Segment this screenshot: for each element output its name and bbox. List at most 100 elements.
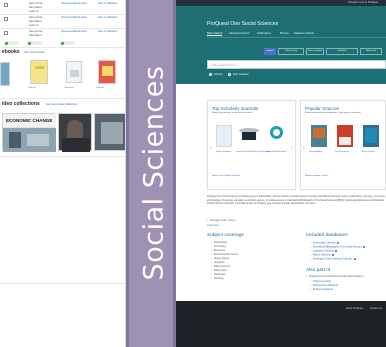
ebook-caption[interactable]: Title two <box>28 87 36 89</box>
carousel-prev-icon[interactable]: ‹ <box>210 145 212 151</box>
collection-title: Social Sciences <box>138 65 170 281</box>
subject-item: Linguistics <box>211 262 225 264</box>
journal-caption[interactable]: Family Relations <box>216 151 231 153</box>
source-cover[interactable] <box>337 125 353 147</box>
tab-basic-search[interactable]: Basic Search <box>207 32 223 36</box>
info-icon[interactable] <box>331 254 334 256</box>
scholarly-journals-card: Top Scholarly Journals Browse top journa… <box>207 100 296 190</box>
journal-cover[interactable] <box>238 125 260 147</box>
info-icon[interactable] <box>336 242 339 244</box>
tab-publications[interactable]: Publications <box>257 32 271 35</box>
advanced-button[interactable]: Advanced <box>360 48 382 55</box>
ebook-cover[interactable] <box>0 62 10 86</box>
collection-title-strip: Social Sciences <box>126 0 176 347</box>
result-meta: Sed vitae tr <box>29 34 43 37</box>
journal-caption[interactable]: Journal of Social Behavior and Personali… <box>236 151 270 153</box>
database-link[interactable]: Linguistics Collection <box>310 250 338 253</box>
row-divider <box>0 98 125 99</box>
footer-link[interactable]: Contact Us <box>370 307 382 310</box>
database-link[interactable]: International Bibliography of the Social… <box>310 246 365 249</box>
learn-more-link[interactable]: Learn more <box>207 225 219 227</box>
video-thumb-title: ECONOMIC CHANGE <box>6 118 53 123</box>
video-see-more-link[interactable]: See more video collections <box>46 103 77 106</box>
result-meta: Lorem 0 <box>29 10 39 13</box>
database-link[interactable]: Sociology & Social Sciences Collection <box>310 258 356 261</box>
coverage-text: Coverage: 1914 - current <box>207 220 236 222</box>
video-thumbnail[interactable] <box>94 113 125 151</box>
ebook-cover[interactable] <box>66 61 82 83</box>
info-icon[interactable] <box>335 250 338 252</box>
database-link-label[interactable]: Sociology & Social Sciences Collection <box>313 259 353 261</box>
search-hero: ProQuest One Social Sciences Basic Searc… <box>176 6 386 84</box>
peer-reviewed-button[interactable]: Peer reviewed <box>306 48 324 55</box>
collection-link[interactable]: ProQuest Academic <box>310 289 333 291</box>
scholarly-button[interactable]: Scholarly <box>326 48 358 55</box>
video-thumbnail[interactable]: ECONOMIC CHANGE <box>2 113 56 152</box>
tab-advanced-search[interactable]: Advanced Search <box>229 32 249 35</box>
footer-link[interactable]: About ProQuest <box>346 307 363 310</box>
database-link[interactable]: Politics Collection <box>310 254 334 257</box>
database-link-label[interactable]: Criminology Collection <box>313 243 336 245</box>
journal-cover[interactable] <box>266 124 288 146</box>
subject-item: Social work <box>211 274 226 276</box>
database-description: ProQuest One Social Sciences provides ac… <box>207 196 386 206</box>
database-link-label[interactable]: Linguistics Collection <box>313 251 334 253</box>
peer-reviewed-radio-label: Peer reviewed <box>233 72 249 76</box>
sources-browse-link[interactable]: Browse popular sources <box>305 175 328 177</box>
full-text-radio[interactable] <box>209 73 212 76</box>
result-checkbox[interactable] <box>4 3 8 7</box>
result-checkbox[interactable] <box>4 31 8 35</box>
ebook-cover[interactable] <box>98 60 116 84</box>
ebook-caption[interactable]: Title three <box>64 87 74 89</box>
tab-database-details[interactable]: Database Details <box>294 32 314 35</box>
tab-browse[interactable]: Browse <box>280 32 289 35</box>
result-meta: Lorem 0 <box>29 24 39 27</box>
collection-link[interactable]: ProQuest One Academic <box>310 285 338 287</box>
search-button[interactable]: Search <box>264 48 276 55</box>
journals-browse-link[interactable]: Browse all scholarly journals <box>212 175 240 177</box>
database-link-label[interactable]: International Bibliography of the Social… <box>313 247 362 249</box>
info-icon[interactable] <box>353 258 356 260</box>
result-link[interactable]: View annotations wher <box>61 30 87 33</box>
also-part-of-heading: Also part of <box>306 268 331 273</box>
result-link[interactable]: Item in collection <box>98 2 117 5</box>
journal-caption[interactable]: Social Work Research <box>266 151 287 153</box>
result-checkbox[interactable] <box>4 17 8 21</box>
ebook-caption[interactable]: Title four <box>96 87 104 89</box>
subject-item: Economics <box>211 250 225 252</box>
also-part-of-intro: ProQuest One Social Sciences is also dis… <box>306 276 364 278</box>
carousel-prev-icon[interactable]: ‹ <box>303 145 305 151</box>
result-title[interactable]: Sunt pro lat <box>29 16 42 19</box>
source-cover[interactable] <box>363 125 379 147</box>
info-icon[interactable] <box>362 246 365 248</box>
result-meta: Sed vitae tr <box>29 6 43 9</box>
peer-reviewed-radio[interactable] <box>228 73 231 76</box>
popular-sources-card: Popular Sources Read respected news maga… <box>300 100 386 190</box>
result-link[interactable]: Item in collection <box>98 30 117 33</box>
result-link[interactable]: Item in collection <box>98 16 117 19</box>
result-link[interactable]: View annotations wher <box>61 16 87 19</box>
full-text-badge <box>27 41 42 45</box>
result-title[interactable]: Sunt pro lat <box>29 2 42 5</box>
subject-item: Library science <box>211 258 229 260</box>
result-link[interactable]: View annotations wher <box>61 2 87 5</box>
full-text-filter-button[interactable]: Full text only <box>278 48 304 55</box>
institution-label: Brought to you by ProQuest <box>348 1 378 4</box>
included-databases-heading: Included databases <box>306 233 348 238</box>
result-title[interactable]: Sunt pro lat <box>29 30 42 33</box>
full-text-badge <box>60 41 75 45</box>
source-cover[interactable] <box>311 125 327 147</box>
ebook-cover[interactable] <box>30 60 48 84</box>
database-link[interactable]: Criminology Collection <box>310 242 339 245</box>
search-input[interactable]: Enter search terms <box>207 60 386 69</box>
ebooks-see-more-link[interactable]: See more ebooks <box>24 51 44 54</box>
database-page: Brought to you by ProQuest ProQuest One … <box>176 0 386 347</box>
journal-cover[interactable] <box>216 125 232 147</box>
source-caption[interactable]: Library Journal <box>361 151 375 153</box>
source-caption[interactable]: Foreign Affairs <box>309 151 322 153</box>
database-link-label[interactable]: Politics Collection <box>313 255 331 257</box>
source-caption[interactable]: The Economist <box>335 151 349 153</box>
carousel-next-icon[interactable]: › <box>291 145 293 151</box>
video-thumbnail[interactable] <box>58 113 92 152</box>
collection-link[interactable]: ProQuest Central <box>310 281 331 283</box>
